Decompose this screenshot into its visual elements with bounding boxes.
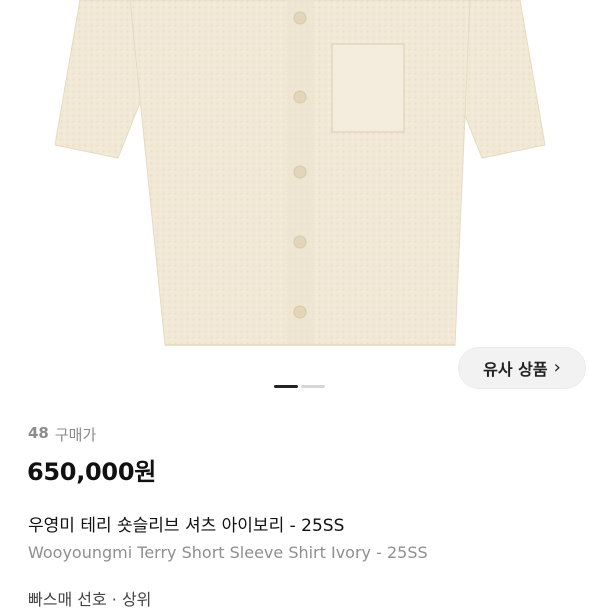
shirt-button — [293, 165, 307, 179]
purchase-meta: 48 구매가 — [28, 424, 96, 445]
purchase-label: 구매가 — [54, 426, 97, 444]
product-title-english: Wooyoungmi Terry Short Sleeve Shirt Ivor… — [28, 543, 428, 562]
image-pager — [274, 385, 325, 388]
shipping-info: 빠스매 선호 · 상위 — [28, 590, 152, 609]
shirt-button — [293, 235, 307, 249]
product-title-korean: 우영미 테리 숏슬리브 셔츠 아이보리 - 25SS — [28, 516, 345, 536]
chest-pocket — [331, 43, 405, 133]
shirt-button — [293, 90, 307, 104]
product-image[interactable] — [0, 0, 600, 372]
pager-dot[interactable] — [301, 385, 325, 388]
pager-dot-active[interactable] — [274, 385, 298, 388]
similar-products-label: 유사 상품 — [483, 360, 548, 379]
shirt-illustration — [54, 0, 546, 346]
purchase-count: 48 — [28, 424, 49, 442]
similar-products-button[interactable]: 유사 상품 › — [458, 347, 586, 389]
price: 650,000원 — [27, 458, 156, 486]
shirt-button — [293, 11, 307, 25]
shirt-button — [293, 305, 307, 319]
chevron-right-icon: › — [553, 357, 561, 378]
